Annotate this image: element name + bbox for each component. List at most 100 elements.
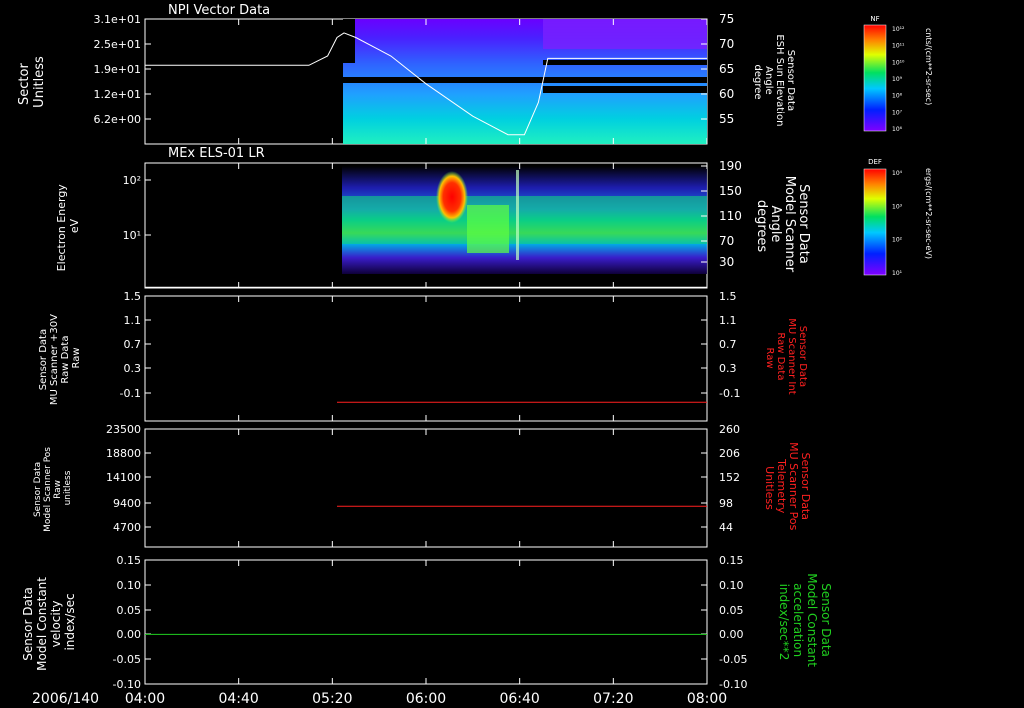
- time-tick-label: 06:40: [499, 691, 539, 707]
- right-axis-label: Sensor Data Model Constant acceleration …: [777, 573, 833, 671]
- colorbar-tick-label: 10¹¹: [892, 43, 905, 50]
- y-axis-label-line: Sensor Data: [21, 587, 35, 661]
- left-tick-label: 10¹: [123, 229, 141, 242]
- colorbar-unit: ergs/(cm**2-sr-sec-eV): [924, 168, 933, 259]
- right-axis-label-line: index/sec**2: [777, 584, 791, 661]
- left-tick-label: 4700: [113, 521, 141, 534]
- spectrogram-gap: [543, 60, 707, 65]
- colorbar-tick-label: 10⁴: [892, 170, 903, 177]
- spectrogram-block: [342, 196, 707, 244]
- spectrogram-gap: [343, 77, 707, 83]
- panel-model-constant: 0.150.100.050.00-0.05-0.10 0.150.100.050…: [21, 554, 833, 691]
- y-axis-label-line: Sensor Data: [33, 462, 43, 517]
- left-axis-ticks: 23500 18800 14100 9400 4700: [106, 423, 708, 547]
- right-axis-label-line: Raw Data: [775, 332, 786, 380]
- time-tick-label: 04:40: [218, 691, 258, 707]
- right-tick-label: 1.1: [719, 314, 737, 327]
- left-axis-ticks: 1.5 1.1 0.7 0.3 -0.1: [120, 290, 708, 421]
- right-tick-label: 70: [719, 234, 734, 248]
- panel-scanner-voltage: 1.5 1.1 0.7 0.3 -0.1 1.5 1.1 0.7 0.3 -0.1 Sensor…: [38, 290, 808, 422]
- time-axis: 2006/140 04:00 04:40 05:20 06:00 06:40 07:20 0…: [32, 691, 727, 707]
- left-tick-label: 10²: [123, 174, 141, 187]
- plot-frame: [144, 428, 708, 548]
- plot-frame: [144, 559, 708, 685]
- right-tick-label: 0.05: [719, 604, 744, 617]
- left-tick-label: 18800: [106, 447, 141, 460]
- right-axis-label-line: acceleration: [791, 583, 805, 657]
- right-tick-label: 0.10: [719, 579, 744, 592]
- right-axis-label-line: degree: [752, 64, 763, 99]
- left-axis-ticks: 0.15 0.10 0.05 0.00 -0.05 -0.10: [113, 554, 708, 691]
- y-axis-label-line: Raw: [71, 347, 82, 368]
- colorbar-def: DEF 10⁴ 10³ 10² 10¹ ergs/(cm**2-sr-sec-eV): [863, 158, 933, 277]
- right-axis-label: Sensor Data MU Scanner Pos Telemetry Uni…: [763, 442, 812, 534]
- y-axis-label: Sensor Data Model Constant velocity inde…: [21, 573, 77, 671]
- right-axis-label-line: Unitless: [763, 466, 776, 510]
- left-tick-label: 6.2e+00: [94, 113, 141, 126]
- left-tick-label: 0.00: [117, 628, 142, 641]
- y-axis-label-line: MU Scanner +30V: [49, 314, 60, 405]
- colorbar-ticks: 10¹² 10¹¹ 10¹⁰ 10⁹ 10⁸ 10⁷ 10⁶: [892, 26, 905, 133]
- y-axis-label-line: Raw Data: [60, 336, 71, 384]
- right-tick-label: 0.15: [719, 554, 744, 567]
- right-tick-label: 60: [719, 87, 734, 101]
- right-axis-label-line: degrees: [754, 200, 769, 253]
- time-tick-label: 05:20: [312, 691, 352, 707]
- time-tick-labels: 04:00 04:40 05:20 06:00 06:40 07:20 08:00: [125, 691, 727, 707]
- right-tick-label: 30: [719, 255, 734, 269]
- right-axis-label-line: MU Scanner Int: [786, 318, 797, 395]
- y-axis-label-line: index/sec: [63, 593, 77, 650]
- right-tick-label: 65: [719, 62, 734, 76]
- right-tick-label: 150: [719, 184, 742, 198]
- spectrogram-fill: [343, 19, 707, 144]
- panel-npi: NPI Vector Data 3.1e+01 2.5e+01 1.9e+01 1.2…: [17, 3, 933, 145]
- right-tick-label: 0.00: [719, 628, 744, 641]
- colorbar-tick-label: 10³: [892, 203, 903, 210]
- left-tick-label: 0.05: [117, 604, 142, 617]
- y-axis-label: Sector Unitless: [17, 56, 47, 108]
- colorbar-tick-label: 10¹: [892, 270, 903, 277]
- y-axis-label-line: unitless: [63, 470, 73, 505]
- colorbar-tick-label: 10⁹: [892, 76, 903, 83]
- right-axis-ticks: 0.15 0.10 0.05 0.00 -0.05 -0.10: [701, 554, 747, 691]
- y-axis-label-line: Unitless: [32, 56, 47, 108]
- y-axis-label: Electron Energy eV: [55, 181, 81, 272]
- right-tick-label: 75: [719, 12, 734, 26]
- panel-title: NPI Vector Data: [168, 3, 270, 18]
- left-tick-label: 0.3: [124, 362, 142, 375]
- colorbar-tick-label: 10²: [892, 237, 903, 244]
- right-axis-label-line: Sensor Data: [785, 50, 796, 111]
- colorbar-tick-label: 10¹⁰: [892, 59, 905, 66]
- right-tick-label: 206: [719, 447, 740, 460]
- colorbar-scale: [863, 168, 887, 276]
- right-tick-label: -0.10: [719, 678, 747, 691]
- right-axis-label-line: ESH Sun Elevation: [774, 34, 785, 126]
- colorbar-scale: [863, 24, 887, 132]
- left-tick-label: 3.1e+01: [94, 13, 141, 26]
- right-axis-label: Sensor Data Model Scanner Angle degrees: [754, 176, 811, 277]
- colorbar-unit: cnts/(cm**2-sr-sec): [924, 28, 933, 105]
- left-tick-label: 1.2e+01: [94, 88, 141, 101]
- y-axis-label-line: Electron Energy: [55, 184, 68, 272]
- right-tick-label: 152: [719, 471, 740, 484]
- right-tick-label: -0.05: [719, 653, 747, 666]
- y-axis-label-line: Sector: [17, 63, 32, 105]
- left-tick-label: 0.15: [117, 554, 142, 567]
- spectrogram-fill: [342, 166, 707, 274]
- left-tick-label: 0.10: [117, 579, 142, 592]
- left-tick-label: 2.5e+01: [94, 38, 141, 51]
- right-axis-label-line: Model Constant: [805, 573, 819, 667]
- time-tick-label: 08:00: [687, 691, 727, 707]
- colorbar-tick-label: 10⁷: [892, 109, 903, 116]
- colorbar-nf: NF 10¹² 10¹¹ 10¹⁰ 10⁹ 10⁸ 10⁷ 10⁶ cnts/(cm**2-…: [863, 15, 933, 133]
- colorbar-ticks: 10⁴ 10³ 10² 10¹: [892, 170, 903, 277]
- colorbar-label: NF: [870, 15, 879, 23]
- left-tick-label: -0.1: [120, 387, 141, 400]
- right-axis-label: Sensor Data MU Scanner Int Raw Data Raw: [764, 318, 808, 398]
- right-tick-label: 0.7: [719, 338, 737, 351]
- colorbar-tick-label: 10⁸: [892, 93, 903, 100]
- left-tick-label: 9400: [113, 497, 141, 510]
- y-axis-label-line: Model Constant: [35, 577, 49, 671]
- right-axis-label-line: Angle: [768, 205, 783, 242]
- spectrogram-gap: [343, 19, 355, 63]
